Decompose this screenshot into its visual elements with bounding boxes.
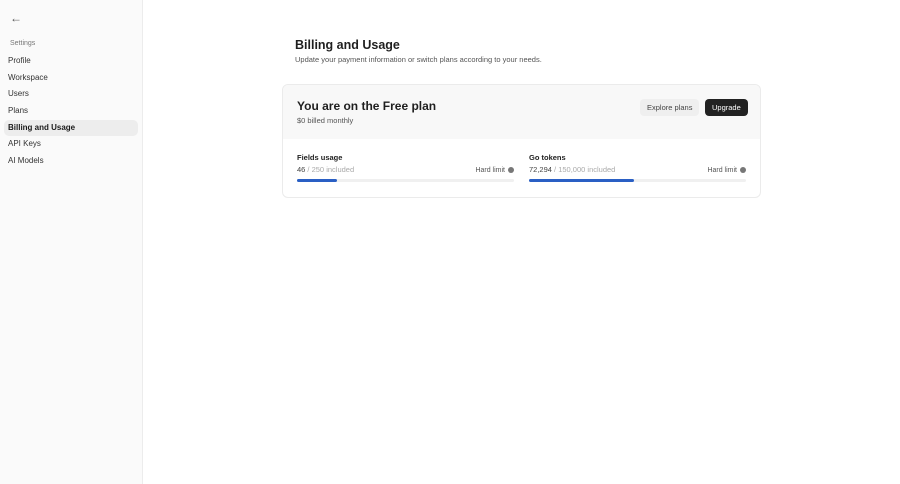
usage-included: / 150,000 included [551,165,616,174]
sidebar-item-billing[interactable]: Billing and Usage [4,119,138,137]
plan-card: You are on the Free plan $0 billed month… [282,84,761,198]
usage-progress-bar [529,179,746,182]
hard-limit: Hard limit [707,167,746,174]
plan-header: You are on the Free plan $0 billed month… [283,85,760,139]
hard-limit-label: Hard limit [475,167,505,174]
hard-limit-label: Hard limit [707,167,737,174]
usage-label: Go tokens [529,153,566,162]
sidebar-item-workspace[interactable]: Workspace [4,70,138,87]
page-subtitle: Update your payment information or switc… [295,55,542,64]
arrow-left-icon[interactable]: ← [10,11,24,25]
sidebar: ← Settings Profile Workspace Users Plans… [0,0,143,484]
usage-progress-fill [529,179,634,182]
plan-billing: $0 billed monthly [297,116,354,125]
usage-included: / 250 included [305,165,355,174]
info-icon[interactable] [740,167,746,173]
settings-heading: Settings [10,40,36,47]
go-tokens-usage: Go tokens 72,294 / 150,000 included Hard… [529,153,746,182]
usage-used: 72,294 [529,165,552,174]
sidebar-item-profile[interactable]: Profile [4,53,138,70]
upgrade-button[interactable]: Upgrade [705,99,748,116]
explore-plans-button[interactable]: Explore plans [640,99,700,116]
page-title: Billing and Usage [295,38,400,52]
usage-progress-bar [297,179,514,182]
info-icon[interactable] [508,167,514,173]
fields-usage: Fields usage 46 / 250 included Hard limi… [297,153,514,182]
sidebar-item-ai-models[interactable]: AI Models [4,153,138,170]
sidebar-item-plans[interactable]: Plans [4,103,138,120]
sidebar-item-users[interactable]: Users [4,86,138,103]
sidebar-item-api-keys[interactable]: API Keys [4,136,138,153]
usage-progress-fill [297,179,337,182]
settings-nav: Profile Workspace Users Plans Billing an… [4,53,138,170]
hard-limit: Hard limit [475,167,514,174]
usage-label: Fields usage [297,153,343,162]
plan-title: You are on the Free plan [297,99,437,113]
